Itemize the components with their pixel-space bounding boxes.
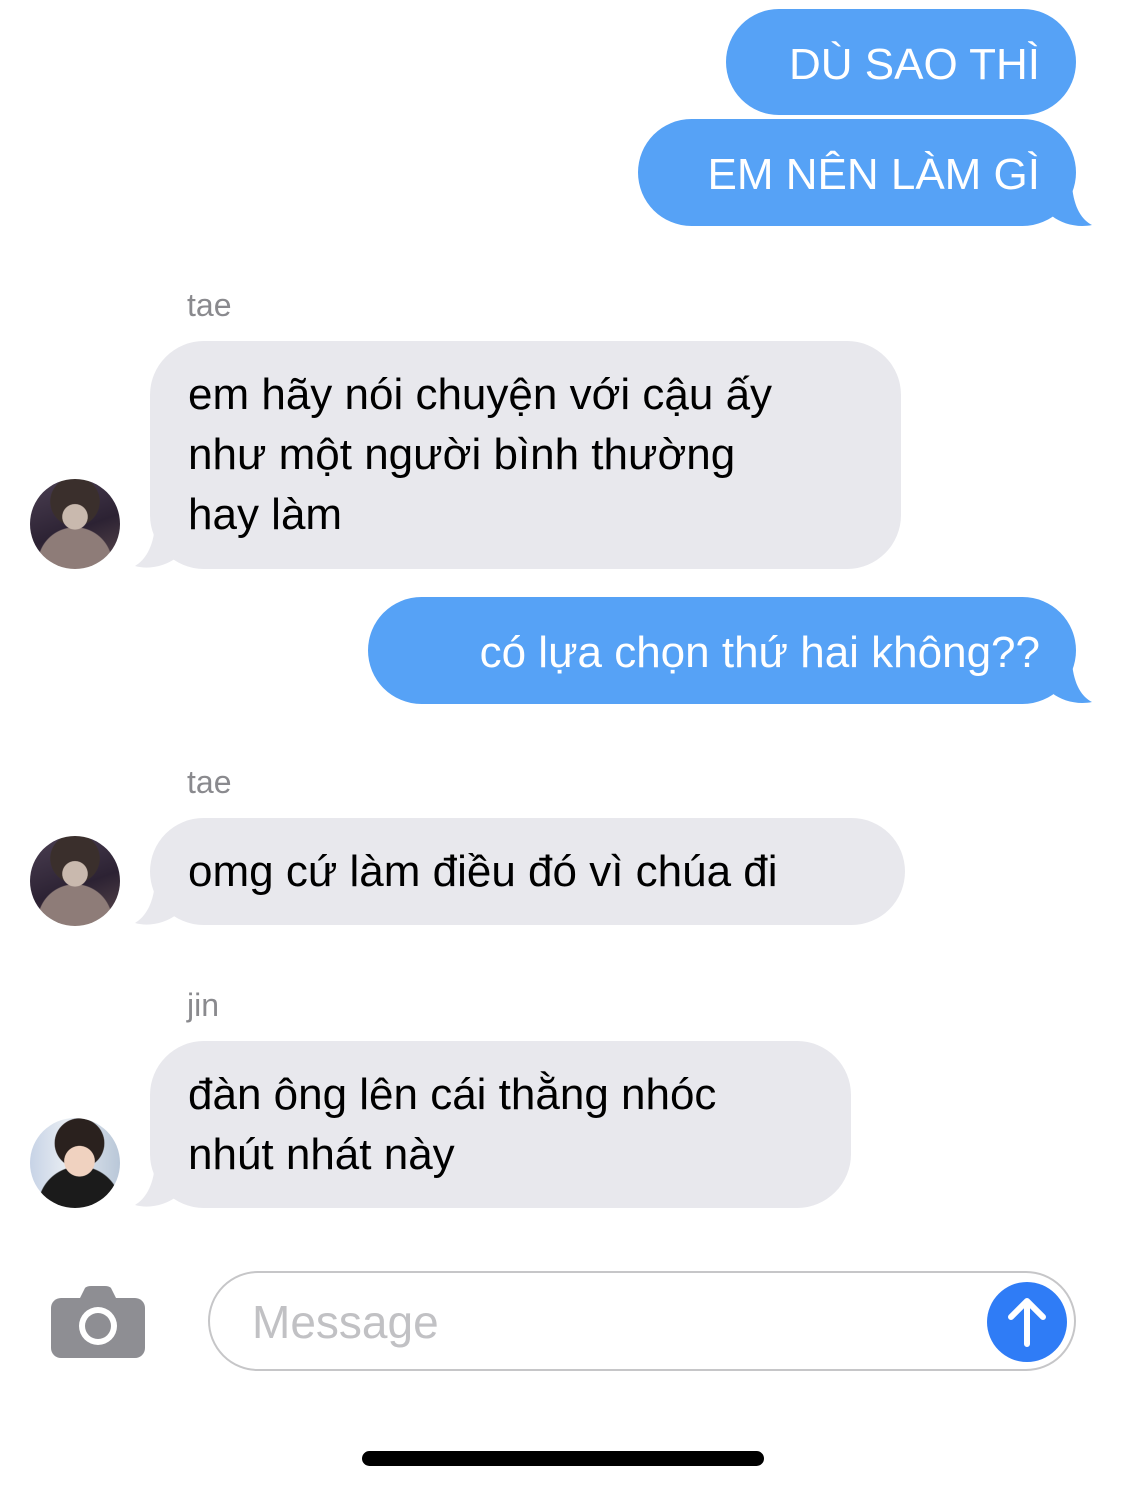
- bubble-tail: [135, 526, 178, 568]
- sender-name: tae: [187, 764, 232, 800]
- sender-name: jin: [187, 987, 220, 1023]
- message-bubble-outgoing[interactable]: DÙ SAO THÌ: [726, 9, 1076, 115]
- message-bubble-outgoing[interactable]: có lựa chọn thứ hai không??: [368, 597, 1076, 704]
- send-button[interactable]: [987, 1282, 1067, 1362]
- avatar[interactable]: [30, 479, 120, 569]
- bubble-tail: [135, 883, 178, 925]
- arrow-up-icon: [1008, 1298, 1046, 1347]
- bubble-tail: [1050, 663, 1092, 703]
- message-input[interactable]: [250, 1291, 974, 1353]
- message-bubble-incoming[interactable]: omg cứ làm điều đó vì chúa đi: [150, 818, 905, 925]
- message-bubble-incoming[interactable]: em hãy nói chuyện với cậu ấy như một ngư…: [150, 341, 901, 569]
- camera-icon[interactable]: [51, 1286, 145, 1358]
- message-line: hay làm: [188, 490, 343, 539]
- sender-name: tae: [187, 287, 232, 323]
- message-bubble-outgoing[interactable]: EM NÊN LÀM GÌ: [638, 119, 1076, 226]
- message-line: nhút nhát này: [188, 1130, 455, 1179]
- avatar[interactable]: [30, 836, 120, 926]
- message-bubble-incoming[interactable]: đàn ông lên cái thằng nhóc nhút nhát này: [150, 1041, 851, 1208]
- bubble-tail: [135, 1165, 178, 1207]
- bubble-tail: [1050, 186, 1092, 226]
- message-input-container[interactable]: [208, 1271, 1076, 1371]
- home-indicator[interactable]: [362, 1451, 764, 1466]
- message-text: EM NÊN LÀM GÌ: [707, 150, 1041, 199]
- message-text: DÙ SAO THÌ: [788, 40, 1040, 89]
- message-line: như một người bình thường: [188, 430, 736, 479]
- message-line: omg cứ làm điều đó vì chúa đi: [188, 847, 778, 896]
- message-line: đàn ông lên cái thằng nhóc: [188, 1070, 717, 1119]
- message-line: em hãy nói chuyện với cậu ấy: [188, 370, 773, 419]
- avatar[interactable]: [30, 1118, 120, 1208]
- message-text: có lựa chọn thứ hai không??: [479, 628, 1040, 677]
